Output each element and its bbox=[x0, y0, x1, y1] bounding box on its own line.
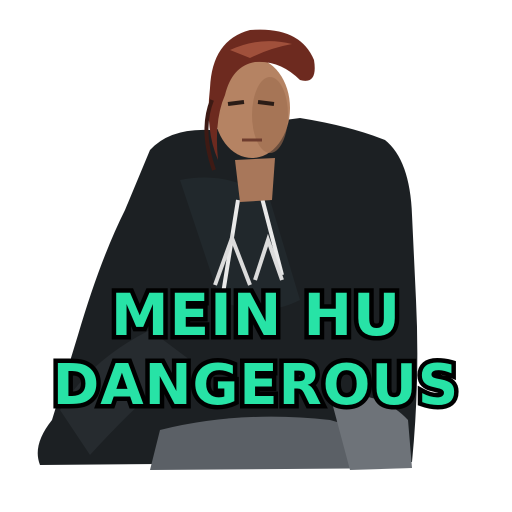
caption-line-1: MEIN HU bbox=[106, 281, 404, 349]
face-shadow bbox=[252, 77, 288, 153]
eye-right bbox=[257, 100, 275, 106]
eye-left bbox=[227, 100, 245, 106]
sticker-canvas: MEIN HU DANGEROUS bbox=[0, 0, 512, 512]
sticker-photo bbox=[17, 14, 436, 481]
caption-line-2: DANGEROUS bbox=[48, 353, 462, 418]
neck bbox=[235, 158, 275, 202]
